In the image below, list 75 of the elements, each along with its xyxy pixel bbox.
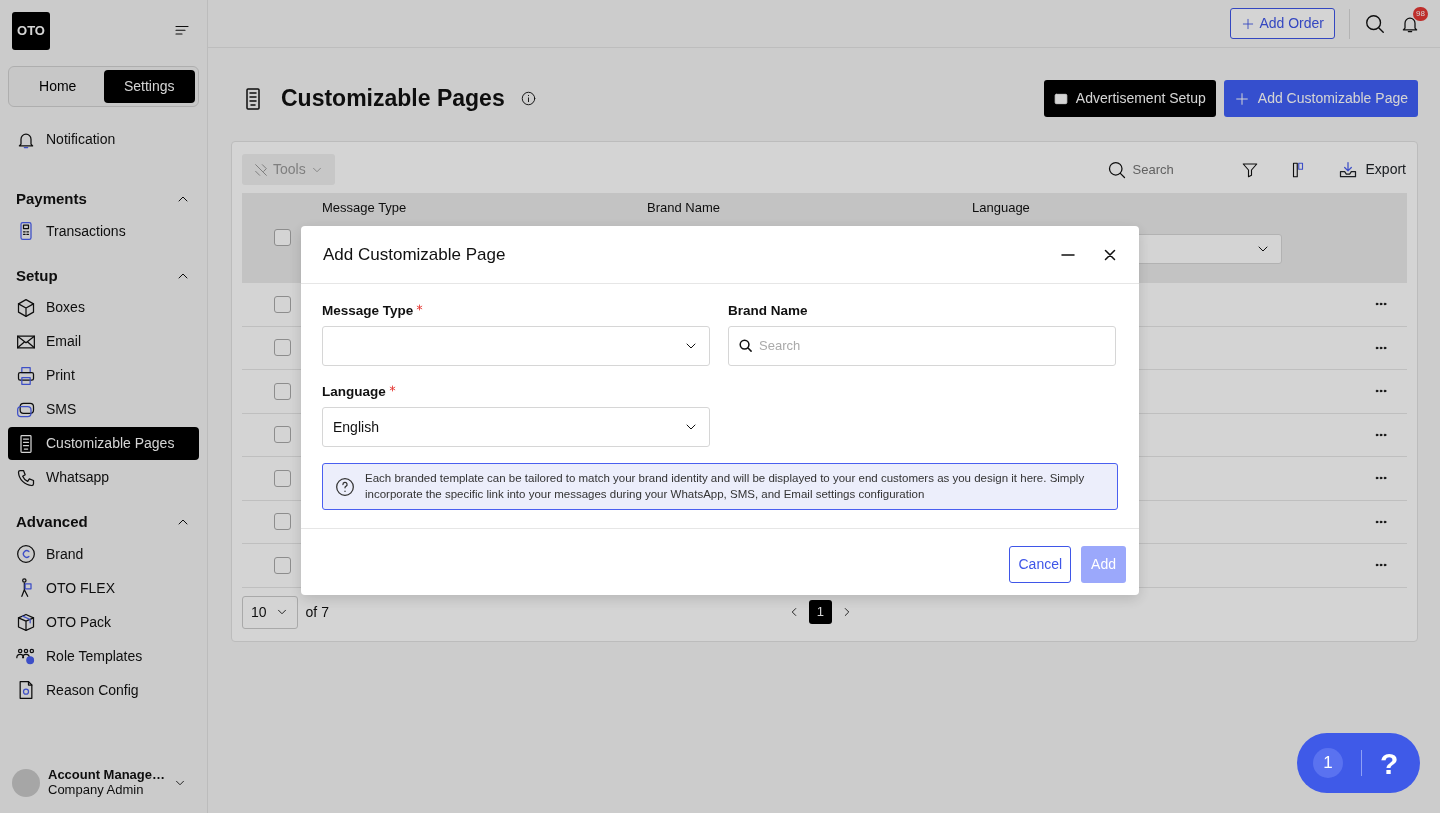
avatar: [12, 768, 40, 797]
sidebar-item[interactable]: Whatsapp: [8, 461, 199, 494]
field-label: Brand Name: [728, 301, 809, 320]
account-name: Account Manage…: [48, 768, 165, 783]
modal-title: Add Customizable Page: [323, 244, 506, 266]
checkbox[interactable]: [274, 229, 291, 246]
sidebar-item[interactable]: Reason Config: [8, 673, 199, 707]
section-title: Setup: [16, 265, 58, 286]
section-title: Advanced: [16, 512, 88, 532]
account-role: Company Admin: [48, 782, 144, 797]
package-icon: [16, 612, 36, 632]
section-title: Payments: [16, 189, 87, 209]
search-field[interactable]: Search: [728, 325, 1116, 366]
advertisement-button[interactable]: Advertisement Setup: [1043, 80, 1216, 117]
field-label: Language: [322, 381, 710, 402]
add-page-button[interactable]: Add Customizable Page: [1223, 80, 1418, 117]
help-widget[interactable]: 1 ?: [1297, 733, 1420, 793]
page-count: of 7: [305, 602, 329, 622]
info-icon[interactable]: [520, 91, 536, 106]
checkbox[interactable]: [274, 513, 291, 531]
info-text: Each branded template can be tailored to match your brand identity and will be displayed to your end customers as you design it here. Simply incorporate the specific link into your messages during your WhatsApp, SMS, and Email settings configuration: [365, 471, 1086, 502]
switcher-tab[interactable]: Home: [12, 70, 104, 103]
box-icon: [16, 297, 36, 318]
checkbox[interactable]: [274, 295, 291, 313]
sidebar-item[interactable]: Notification: [8, 123, 199, 156]
copyright-icon: [16, 544, 36, 564]
section-header[interactable]: Advanced: [8, 503, 199, 538]
filter-icon[interactable]: [1240, 160, 1259, 179]
checkbox[interactable]: [274, 426, 291, 444]
search-icon[interactable]: [1364, 12, 1386, 35]
download-tray-icon: [1337, 159, 1358, 180]
page-button[interactable]: 1: [808, 600, 832, 624]
checkbox[interactable]: [274, 339, 291, 357]
sidebar-item[interactable]: Brand: [8, 537, 199, 571]
select-field[interactable]: English: [322, 407, 710, 447]
checkbox[interactable]: [274, 469, 291, 487]
checkbox[interactable]: [274, 382, 291, 400]
column-header: Language: [972, 199, 1031, 217]
sidebar-item[interactable]: SMS: [8, 393, 199, 426]
sidebar-item[interactable]: Email: [8, 325, 199, 358]
section-header[interactable]: Payments: [8, 180, 199, 215]
printer-icon: [16, 365, 36, 386]
plus-icon: [1241, 16, 1256, 31]
select-value: English: [333, 417, 379, 437]
sidebar-item[interactable]: Boxes: [8, 291, 199, 324]
switcher-tab[interactable]: Settings: [103, 70, 195, 103]
search-input[interactable]: Search: [1130, 158, 1211, 181]
checkbox[interactable]: [274, 556, 291, 574]
field-label: Message Type: [322, 300, 710, 321]
add-order-button[interactable]: Add Order: [1230, 8, 1335, 39]
tools-icon: [253, 161, 269, 178]
sidebar-item[interactable]: Transactions: [8, 214, 199, 248]
help-count: 1: [1313, 748, 1343, 778]
sidebar-item[interactable]: OTO FLEX: [8, 571, 199, 605]
search-icon: [738, 337, 753, 353]
sidebar-item[interactable]: OTO Pack: [8, 605, 199, 639]
select-field[interactable]: [322, 325, 710, 366]
search-field[interactable]: Search: [1106, 158, 1211, 181]
column-header: Message Type: [322, 199, 408, 217]
notification-badge: 98: [1413, 6, 1428, 21]
export-button[interactable]: Export: [1336, 158, 1407, 181]
search-icon: [1106, 159, 1127, 180]
help-question: ?: [1380, 745, 1399, 782]
plus-icon: [1233, 90, 1250, 107]
page-size-select[interactable]: 10: [242, 595, 298, 629]
phone-icon: [16, 467, 36, 488]
column-header: Brand Name: [647, 199, 721, 217]
sidebar-item[interactable]: Print: [8, 359, 199, 392]
section-header[interactable]: Setup: [8, 256, 199, 291]
page-title: Customizable Pages: [281, 84, 505, 113]
question-icon: [335, 476, 355, 497]
cancel-button[interactable]: Cancel: [1009, 546, 1072, 584]
sidebar-item[interactable]: Role Templates: [8, 639, 199, 673]
logo: OTO: [12, 12, 50, 50]
sidebar-item[interactable]: Customizable Pages: [8, 427, 199, 460]
